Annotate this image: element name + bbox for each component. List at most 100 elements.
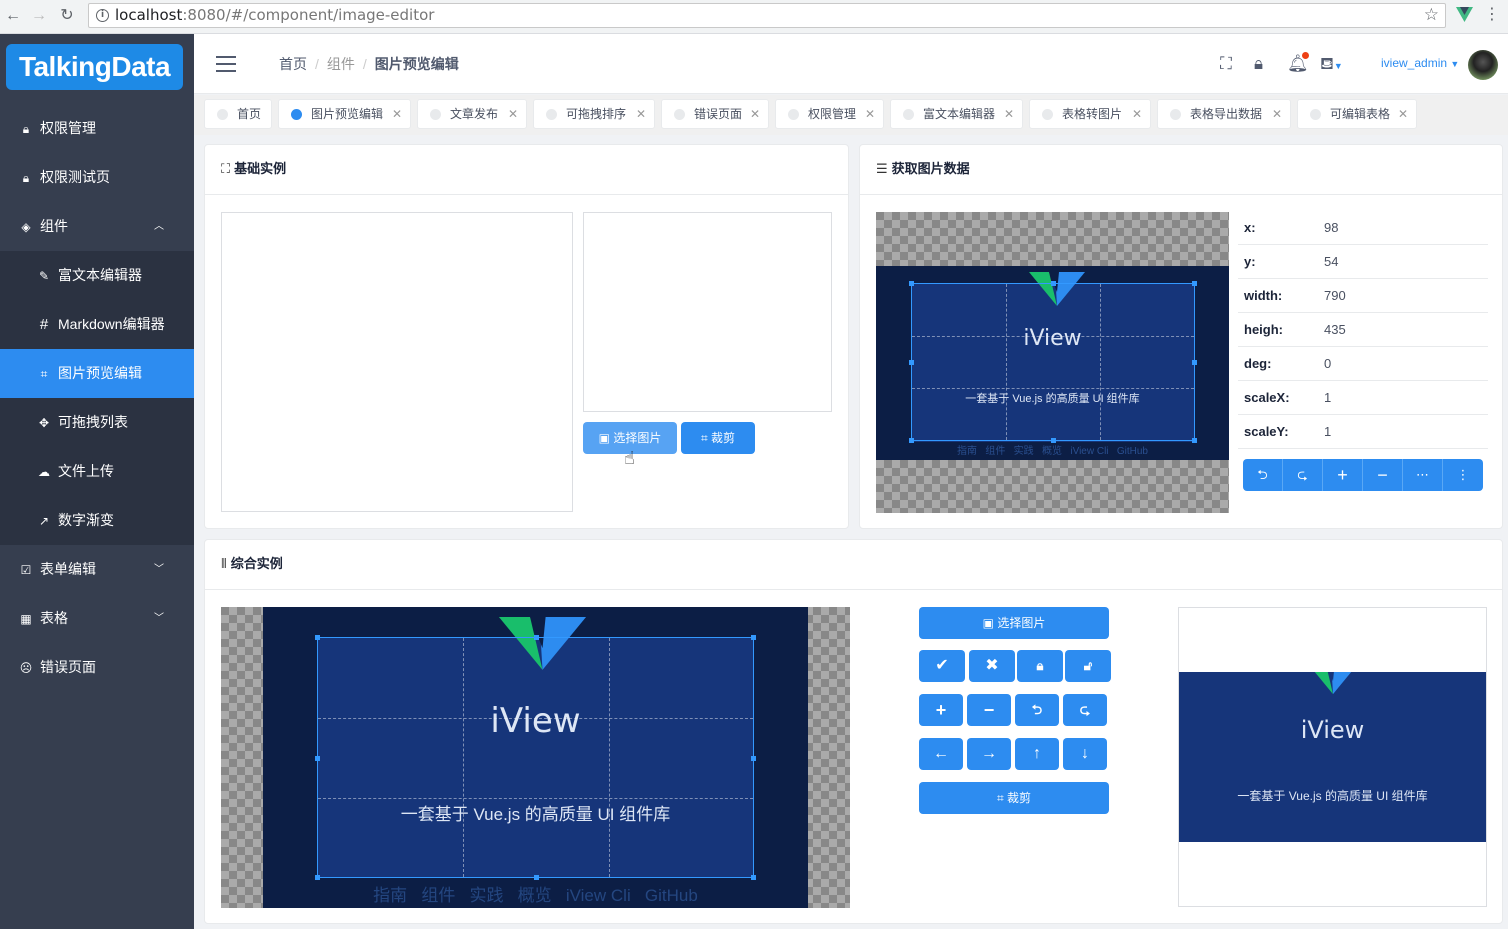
crop-handle[interactable]: [1051, 438, 1056, 443]
crop-handle[interactable]: [909, 281, 914, 286]
sidebar-item-count-to[interactable]: ↗ 数字渐变: [0, 496, 194, 545]
theme-bucket-icon[interactable]: ⛾▼: [1320, 54, 1343, 76]
zoom-out-icon[interactable]: −: [1363, 459, 1403, 491]
fullscreen-icon[interactable]: ⛶: [1220, 54, 1232, 74]
move-up-button[interactable]: ↑: [1015, 738, 1059, 770]
sidebar-item-rich-text[interactable]: ✎ 富文本编辑器: [0, 251, 194, 300]
card-title: 综合实例: [230, 556, 283, 571]
crop-box[interactable]: [315, 635, 756, 880]
site-info-icon[interactable]: i: [96, 9, 109, 22]
crop-handle[interactable]: [1192, 281, 1197, 286]
select-image-button[interactable]: ▣ 选择图片: [919, 607, 1109, 639]
bookmark-star-icon[interactable]: ☆: [1424, 4, 1439, 27]
rotate-left-icon[interactable]: ⮌: [1243, 459, 1283, 491]
flip-vertical-icon[interactable]: ⋮: [1443, 459, 1483, 491]
zoom-in-icon[interactable]: +: [1323, 459, 1363, 491]
crop-handle[interactable]: [1192, 360, 1197, 365]
close-icon[interactable]: ✕: [392, 100, 402, 128]
avatar[interactable]: [1468, 50, 1498, 80]
tag-dot: [1042, 109, 1053, 120]
close-icon[interactable]: ✕: [508, 100, 518, 128]
crop-handle[interactable]: [315, 635, 320, 640]
sidebar-item-label: 错误页面: [40, 659, 96, 675]
close-icon[interactable]: ✕: [1272, 100, 1282, 128]
tag-editable-table[interactable]: 可编辑表格 ✕: [1297, 99, 1417, 129]
close-icon[interactable]: ✕: [1398, 100, 1408, 128]
back-icon[interactable]: ←: [2, 5, 24, 27]
lock-icon: 🔒︎: [22, 171, 30, 185]
crop-handle[interactable]: [315, 875, 320, 880]
confirm-crop-button[interactable]: ✔: [919, 650, 965, 682]
close-icon[interactable]: ✕: [636, 100, 646, 128]
sidebar-item-label: Markdown编辑器: [58, 316, 165, 332]
sidebar-item-image-editor[interactable]: ⌗ 图片预览编辑: [0, 349, 194, 398]
close-icon[interactable]: ✕: [865, 100, 875, 128]
vue-devtools-icon[interactable]: [1456, 7, 1473, 23]
sidebar-item-permission[interactable]: 🔒︎ 权限管理: [0, 104, 194, 153]
sidebar-item-components[interactable]: ◈ 组件 ︿: [0, 202, 194, 251]
tag-home[interactable]: 首页: [204, 99, 272, 129]
tag-article[interactable]: 文章发布 ✕: [417, 99, 527, 129]
tag-rich-text[interactable]: 富文本编辑器 ✕: [890, 99, 1023, 129]
lock-screen-icon[interactable]: 🔒︎: [1254, 54, 1263, 74]
forward-icon[interactable]: →: [28, 5, 50, 27]
sidebar-item-upload[interactable]: ☁ 文件上传: [0, 447, 194, 496]
crop-handle[interactable]: [751, 875, 756, 880]
zoom-out-button[interactable]: −: [967, 694, 1011, 726]
sidebar-item-draggable-list[interactable]: ✥ 可拖拽列表: [0, 398, 194, 447]
browser-menu-icon[interactable]: ⋮: [1484, 6, 1500, 24]
move-down-button[interactable]: ↓: [1063, 738, 1107, 770]
crop-handle[interactable]: [534, 875, 539, 880]
lock-icon: 🔒︎: [22, 122, 30, 136]
tag-permission[interactable]: 权限管理 ✕: [775, 99, 884, 129]
crop-handle[interactable]: [751, 756, 756, 761]
cropper-canvas-large[interactable]: iView 一套基于 Vue.js 的高质量 UI 组件库 指南 组件 实践 概…: [221, 607, 850, 908]
reload-icon[interactable]: ↻: [56, 5, 78, 27]
crop-button[interactable]: ⌗ 裁剪: [681, 422, 755, 454]
flip-horizontal-icon[interactable]: ⋯: [1403, 459, 1443, 491]
crop-handle[interactable]: [315, 756, 320, 761]
sidebar-item-error-page[interactable]: ☹ 错误页面: [0, 643, 194, 692]
sidebar-item-table[interactable]: ▦ 表格 ﹀: [0, 594, 194, 643]
tag-export-table[interactable]: 表格导出数据 ✕: [1157, 99, 1291, 129]
card-title: 基础实例: [234, 161, 287, 176]
cropper-canvas-small[interactable]: iView 一套基于 Vue.js 的高质量 UI 组件库 指南 组件 实践 概…: [876, 212, 1229, 513]
close-icon[interactable]: ✕: [750, 100, 760, 128]
crop-handle[interactable]: [751, 635, 756, 640]
crop-handle[interactable]: [909, 360, 914, 365]
clear-crop-button[interactable]: ✖: [969, 650, 1015, 682]
image-subtitle: 一套基于 Vue.js 的高质量 UI 组件库: [1237, 789, 1428, 803]
tag-table-to-image[interactable]: 表格转图片 ✕: [1029, 99, 1151, 129]
breadcrumb-item[interactable]: 首页: [279, 56, 307, 72]
crop-handle[interactable]: [534, 635, 539, 640]
sidebar-item-permission-test[interactable]: 🔒︎ 权限测试页: [0, 153, 194, 202]
rotate-left-button[interactable]: ⮌: [1015, 694, 1059, 726]
tag-image-editor[interactable]: 图片预览编辑 ✕: [278, 99, 411, 129]
sidebar-item-markdown[interactable]: # Markdown编辑器: [0, 300, 194, 349]
rotate-right-button[interactable]: ⮎: [1063, 694, 1107, 726]
user-dropdown[interactable]: iview_admin ▼: [1381, 56, 1459, 70]
sidebar-item-form-edit[interactable]: ☑ 表单编辑 ﹀: [0, 545, 194, 594]
close-icon[interactable]: ✕: [1004, 100, 1014, 128]
zoom-in-button[interactable]: +: [919, 694, 963, 726]
move-right-button[interactable]: →: [967, 738, 1011, 770]
rotate-right-icon[interactable]: ⮎: [1283, 459, 1323, 491]
edit-icon: ✎: [38, 269, 50, 283]
tag-drag-sort[interactable]: 可拖拽排序 ✕: [533, 99, 655, 129]
tag-error[interactable]: 错误页面 ✕: [661, 99, 769, 129]
crop-box[interactable]: [909, 281, 1197, 443]
crop-area-empty[interactable]: [221, 212, 573, 512]
lock-button[interactable]: 🔒︎: [1017, 650, 1063, 682]
image-title: iView: [1300, 716, 1365, 744]
crop-handle[interactable]: [1192, 438, 1197, 443]
menu-toggle-icon[interactable]: [216, 56, 236, 72]
address-bar[interactable]: i localhost:8080/#/component/image-edito…: [88, 3, 1446, 28]
crop-handle[interactable]: [1051, 281, 1056, 286]
unlock-button[interactable]: 🔓︎: [1065, 650, 1111, 682]
close-icon[interactable]: ✕: [1132, 100, 1142, 128]
move-left-button[interactable]: ←: [919, 738, 963, 770]
checkbox-icon: ☑: [20, 563, 32, 577]
crop-handle[interactable]: [909, 438, 914, 443]
crop-button[interactable]: ⌗ 裁剪: [919, 782, 1109, 814]
trending-icon: ↗: [38, 514, 50, 528]
